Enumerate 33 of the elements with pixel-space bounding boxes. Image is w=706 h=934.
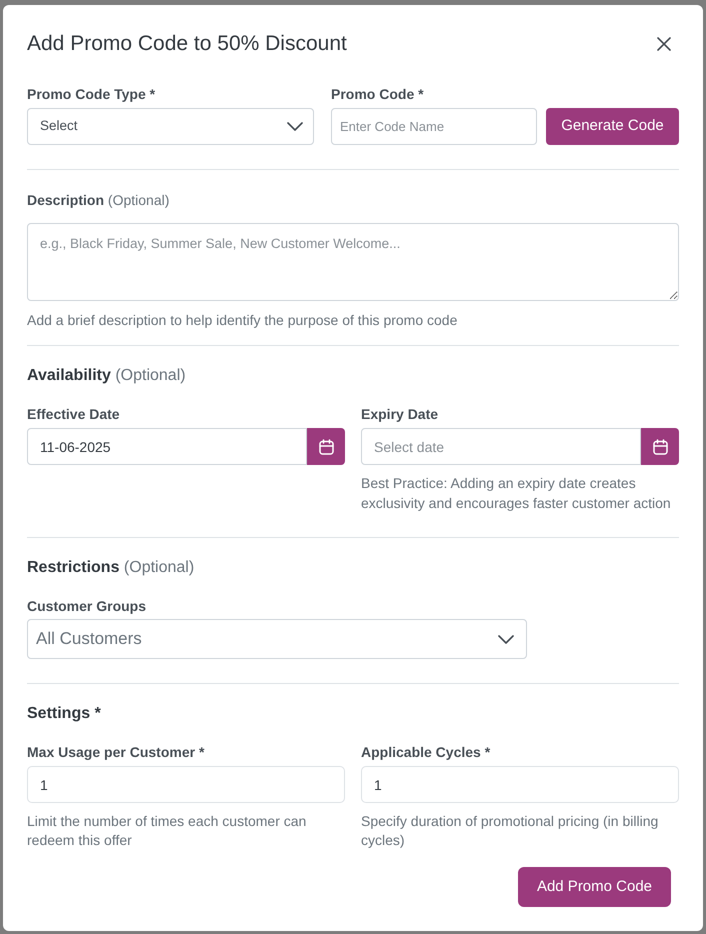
- section-heading: Availability (Optional): [27, 366, 187, 386]
- calendar-icon: [318, 438, 334, 454]
- generate-code-button[interactable]: Generate Code: [546, 108, 679, 145]
- field-label: Effective Date: [27, 405, 121, 423]
- select-field[interactable]: Select: [27, 108, 314, 145]
- input-field[interactable]: 1: [361, 766, 679, 803]
- calendar-icon: [652, 438, 668, 454]
- close-icon: [657, 37, 671, 51]
- field-label: Applicable Cycles *: [361, 743, 492, 761]
- chevron-down-icon: [498, 634, 514, 644]
- field-label: Expiry Date: [361, 405, 440, 423]
- date-input-field[interactable]: Select date: [361, 428, 641, 465]
- field-label: Promo Code Type *: [27, 85, 156, 103]
- hint-text: Best Practice: Adding an expiry date creates exclusivity and encourages faster customer action: [361, 474, 672, 513]
- field-label: Max Usage per Customer *: [27, 743, 206, 761]
- date-input-field[interactable]: 11-06-2025: [27, 428, 307, 465]
- hint-text: Add a brief description to help identify the purpose of this promo code: [27, 311, 458, 329]
- hint-text: Specify duration of promotional pricing (in billing cycles): [361, 812, 660, 850]
- input-field[interactable]: 1: [27, 766, 345, 803]
- field-label: Promo Code *: [331, 85, 425, 103]
- section-heading: Restrictions (Optional): [27, 558, 196, 578]
- section-heading: Settings *: [27, 704, 102, 724]
- calendar-button[interactable]: [307, 428, 345, 465]
- textarea-field[interactable]: e.g., Black Friday, Summer Sale, New Customer Welcome...: [27, 223, 679, 301]
- dialog-title: Add Promo Code to 50% Discount: [27, 31, 347, 57]
- field-label: Description (Optional): [27, 191, 170, 210]
- select-field[interactable]: All Customers: [27, 619, 527, 659]
- hint-text: Limit the number of times each customer can redeem this offer: [27, 812, 308, 850]
- chevron-down-icon: [287, 122, 303, 131]
- field-label: Customer Groups: [27, 597, 148, 615]
- input-field[interactable]: Enter Code Name: [331, 108, 537, 145]
- calendar-button[interactable]: [641, 428, 679, 465]
- add-promo-code-button[interactable]: Add Promo Code: [518, 867, 671, 907]
